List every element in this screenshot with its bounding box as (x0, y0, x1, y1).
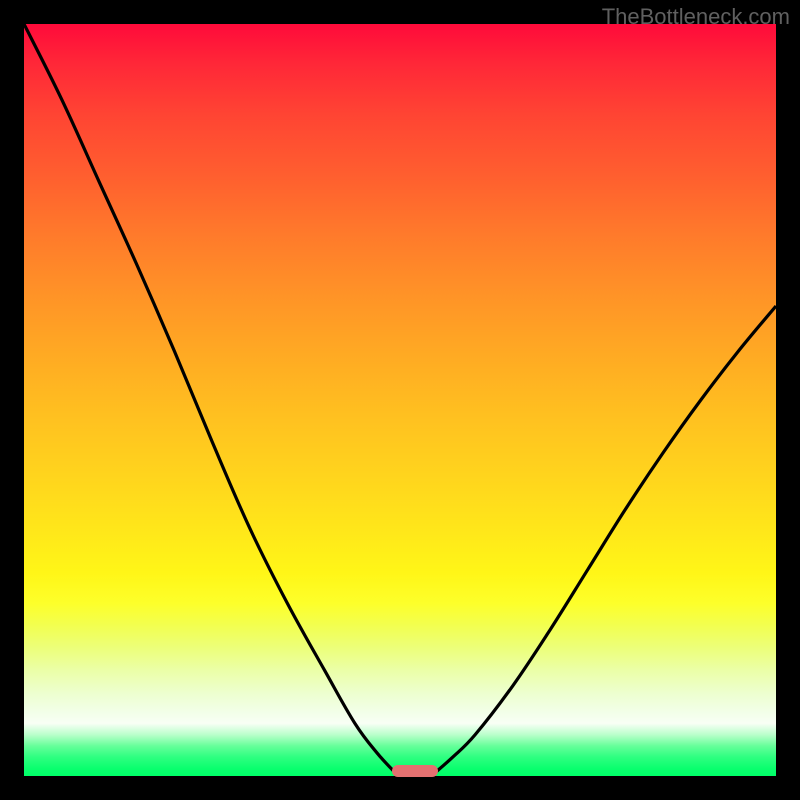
right-curve (434, 306, 776, 774)
left-curve (24, 24, 396, 774)
bottom-marker (392, 765, 437, 777)
plot-area (24, 24, 776, 776)
curve-layer (24, 24, 776, 776)
chart-container: TheBottleneck.com (0, 0, 800, 800)
watermark-text: TheBottleneck.com (602, 4, 790, 30)
